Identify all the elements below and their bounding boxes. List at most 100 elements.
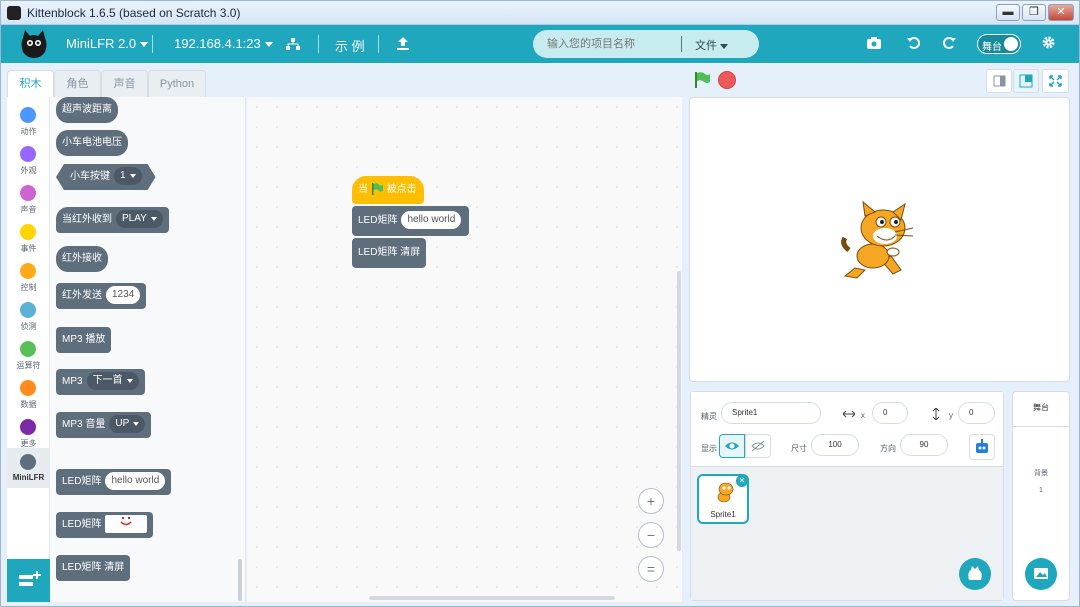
fullscreen-button[interactable] xyxy=(1042,69,1069,93)
block-car-button[interactable]: 小车按键 1 xyxy=(56,164,156,190)
block-ir-received-hat[interactable]: 当红外收到 PLAY xyxy=(56,207,169,233)
add-sprite-button[interactable] xyxy=(959,558,991,590)
divider xyxy=(1013,426,1069,427)
menu-bar: MiniLFR 2.0 192.168.4.1:23 示 例 文件 舞台 xyxy=(1,25,1079,63)
close-button[interactable]: ✕ xyxy=(1048,4,1074,21)
direction-input[interactable]: 90 xyxy=(900,434,948,456)
stop-icon[interactable] xyxy=(718,71,736,89)
gear-icon[interactable] xyxy=(1042,36,1055,49)
category-events[interactable]: 事件 xyxy=(7,218,50,257)
zoom-reset-button[interactable]: = xyxy=(638,556,664,582)
maximize-button[interactable]: ❐ xyxy=(1022,4,1046,21)
small-stage-icon xyxy=(993,75,1006,87)
tab-costumes[interactable]: 角色 xyxy=(54,70,101,98)
vertical-arrows-icon xyxy=(932,408,940,420)
category-data[interactable]: 数据 xyxy=(7,374,50,413)
category-minilfr[interactable]: MiniLFR xyxy=(7,448,50,488)
operators-color-dot xyxy=(20,341,36,357)
size-input[interactable]: 100 xyxy=(811,434,859,456)
y-label: y xyxy=(949,411,953,420)
examples-button[interactable]: 示 例 xyxy=(335,36,365,55)
category-more[interactable]: 更多 xyxy=(7,413,50,452)
block-led-matrix-clear[interactable]: LED矩阵 清屏 xyxy=(56,555,131,581)
workspace-vertical-scrollbar[interactable] xyxy=(677,271,681,551)
block-label: 被点击 xyxy=(386,184,417,195)
delete-sprite-icon[interactable]: ✕ xyxy=(736,475,748,487)
workspace-horizontal-scrollbar[interactable] xyxy=(369,596,615,600)
block-led-matrix-text[interactable]: LED矩阵 hello world xyxy=(56,469,172,495)
category-label: 事件 xyxy=(20,244,37,253)
car-button-dropdown[interactable]: 1 xyxy=(114,167,142,185)
mp3-track-dropdown[interactable]: 下一首 xyxy=(86,372,139,391)
category-menu: 动作 外观 声音 事件 控制 侦测 运算符 数据 更多 MiniLFR xyxy=(7,97,50,602)
block-battery-voltage[interactable]: 小车电池电压 xyxy=(56,130,128,156)
mp3-volume-dropdown[interactable]: UP xyxy=(109,415,146,434)
zoom-in-button[interactable]: + xyxy=(638,488,664,514)
block-label: 小车按键 xyxy=(70,171,110,182)
y-position-input[interactable]: 0 xyxy=(958,402,995,424)
category-operators[interactable]: 运算符 xyxy=(7,335,50,374)
block-mp3-next[interactable]: MP3 下一首 xyxy=(56,369,145,395)
divider xyxy=(378,35,379,53)
title-bar: Kittenblock 1.6.5 (based on Scratch 3.0)… xyxy=(1,1,1079,25)
green-flag-icon[interactable] xyxy=(693,71,711,89)
zoom-out-icon: − xyxy=(646,527,656,543)
cat-logo-icon[interactable] xyxy=(19,28,49,60)
x-position-input[interactable]: 0 xyxy=(872,402,908,424)
hide-sprite-button[interactable] xyxy=(745,434,771,458)
sprite-list: Sprite1 ✕ xyxy=(691,466,1003,600)
sprite-info-panel: 精灵 Sprite1 x 0 y 0 显示 尺寸 100 方向 90 Sprit… xyxy=(690,391,1004,601)
led-matrix-text-block[interactable]: LED矩阵 hello world xyxy=(352,206,469,236)
block-ir-receive[interactable]: 红外接收 xyxy=(56,246,108,272)
ir-key-dropdown[interactable]: PLAY xyxy=(116,210,163,229)
stage-canvas[interactable] xyxy=(689,97,1070,382)
led-face-picker[interactable] xyxy=(105,515,148,534)
when-flag-clicked-block[interactable]: 当 被点击 xyxy=(352,176,424,204)
redo-icon[interactable] xyxy=(942,36,956,50)
palette-scrollbar[interactable] xyxy=(238,559,242,601)
category-motion[interactable]: 动作 xyxy=(7,101,50,140)
block-mp3-play[interactable]: MP3 播放 xyxy=(56,327,112,353)
add-extension-button[interactable] xyxy=(7,559,50,602)
block-ultrasonic[interactable]: 超声波距离 xyxy=(56,97,118,123)
sprite-name-label: 精灵 xyxy=(701,412,717,421)
add-backdrop-button[interactable] xyxy=(1025,558,1057,590)
minimize-button[interactable]: ▬ xyxy=(996,4,1020,21)
ir-send-input[interactable]: 1234 xyxy=(106,286,141,305)
tab-sounds[interactable]: 声音 xyxy=(101,70,148,98)
upload-icon[interactable] xyxy=(397,37,409,50)
category-control[interactable]: 控制 xyxy=(7,257,50,296)
sprite-thumbnail[interactable]: Sprite1 ✕ xyxy=(697,474,749,524)
block-label: LED矩阵 xyxy=(358,215,398,226)
scratch-cat-sprite[interactable] xyxy=(835,198,920,283)
script-workspace[interactable]: 当 被点击 LED矩阵 hello world LED矩阵 清屏 xyxy=(247,97,682,602)
show-sprite-button[interactable] xyxy=(719,434,745,458)
normal-stage-button[interactable] xyxy=(1013,69,1039,93)
chevron-down-icon xyxy=(720,43,728,49)
stage-mode-toggle[interactable]: 舞台 xyxy=(977,34,1021,54)
small-stage-button[interactable] xyxy=(986,69,1012,93)
device-menu[interactable]: MiniLFR 2.0 xyxy=(66,36,148,51)
block-mp3-volume[interactable]: MP3 音量 UP xyxy=(56,412,152,438)
block-ir-send[interactable]: 红外发送 1234 xyxy=(56,283,147,309)
file-menu[interactable]: 文件 xyxy=(695,37,728,53)
tab-python[interactable]: Python xyxy=(148,70,206,98)
led-text-input[interactable]: hello world xyxy=(105,472,166,491)
block-label: LED矩阵 xyxy=(62,519,102,530)
add-extension-icon xyxy=(19,571,41,586)
category-sound[interactable]: 声音 xyxy=(7,179,50,218)
category-sensing[interactable]: 侦测 xyxy=(7,296,50,335)
camera-icon[interactable] xyxy=(867,37,881,49)
led-text-input[interactable]: hello world xyxy=(401,211,462,230)
undo-icon[interactable] xyxy=(907,36,921,50)
sprite-name-input[interactable]: Sprite1 xyxy=(721,402,821,424)
zoom-out-button[interactable]: − xyxy=(638,522,664,548)
robot-button[interactable] xyxy=(969,434,995,460)
tab-code[interactable]: 积木 xyxy=(7,70,54,99)
project-name-input[interactable] xyxy=(547,35,677,53)
connection-menu[interactable]: 192.168.4.1:23 xyxy=(174,36,273,51)
category-looks[interactable]: 外观 xyxy=(7,140,50,179)
hierarchy-icon[interactable] xyxy=(286,38,300,50)
block-led-matrix-face[interactable]: LED矩阵 xyxy=(56,512,154,538)
led-matrix-clear-block[interactable]: LED矩阵 清屏 xyxy=(352,238,427,268)
